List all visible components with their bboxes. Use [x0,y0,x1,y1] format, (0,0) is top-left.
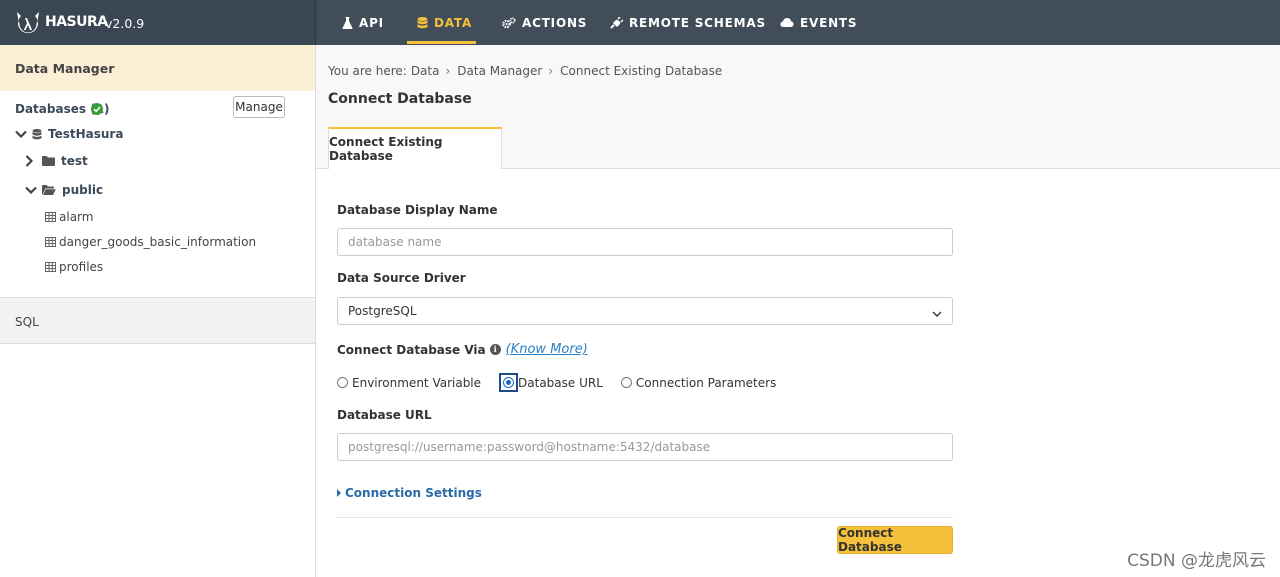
tree-database-testhasura[interactable]: TestHasura [15,127,123,141]
check-circle-icon [91,103,103,115]
breadcrumb-item-current: Connect Existing Database [560,64,723,78]
connect-via-label: Connect Database Via [337,342,486,357]
nav-api-label: API [359,15,384,30]
sidebar-header[interactable]: Data Manager [0,45,315,91]
database-url-input[interactable]: postgresql://username:password@hostname:… [337,433,953,461]
caret-right-icon [337,489,341,497]
sidebar-title: Data Manager [15,61,115,76]
table-icon [45,212,56,222]
radio-button[interactable] [337,377,348,388]
focus-ring [499,373,519,392]
driver-label: Data Source Driver [337,271,466,285]
chevron-right-icon: › [548,64,554,78]
schema-name-test: test [61,154,88,168]
cogs-icon [502,16,516,29]
nav-active-indicator [407,41,476,44]
chevron-down-icon [15,130,27,138]
tree-schema-public[interactable]: public [25,183,103,197]
nav-actions[interactable]: ACTIONS [502,0,587,45]
nav-data-label: DATA [434,15,473,30]
chevron-right-icon [25,155,37,167]
flask-icon [342,16,353,29]
database-icon [32,128,42,140]
radio-button-selected[interactable] [503,377,515,388]
cloud-icon [780,17,794,28]
nav-events-label: EVENTS [800,15,858,30]
version-label: v2.0.9 [105,16,145,31]
table-item-danger-goods[interactable]: danger_goods_basic_information [45,235,256,249]
tab-connect-existing-database[interactable]: Connect Existing Database [328,127,502,169]
table-item-alarm[interactable]: alarm [45,210,93,224]
option-label: Database URL [518,375,603,390]
chevron-right-icon: › [445,64,451,78]
folder-icon [42,156,55,166]
hasura-logo-icon[interactable] [14,9,42,36]
option-label: Environment Variable [352,375,482,390]
nav-api[interactable]: API [342,0,384,45]
table-name: danger_goods_basic_information [59,235,257,249]
watermark: CSDN @龙虎风云 [1127,551,1266,571]
plug-icon [610,16,623,29]
database-url-label: Database URL [337,408,432,422]
database-icon [417,16,428,29]
nav-actions-label: ACTIONS [522,15,588,30]
schema-name-public: public [62,183,104,197]
table-name: alarm [59,210,94,224]
connection-settings-label: Connection Settings [345,486,482,500]
display-name-label: Database Display Name [337,203,498,217]
chevron-down-icon [25,186,37,194]
chevron-down-icon [932,307,942,321]
nav-data[interactable]: DATA [417,0,472,45]
table-icon [45,237,56,247]
connection-settings-toggle[interactable]: Connection Settings [337,486,482,500]
breadcrumb: You are here: Data › Data Manager › Conn… [328,64,722,78]
option-label: Connection Parameters [635,375,777,390]
driver-value: PostgreSQL [348,304,417,318]
form-divider [337,517,953,518]
brand-name: HASURA [45,14,108,30]
option-database-url[interactable]: Database URL [499,373,603,392]
breadcrumb-item-data-manager[interactable]: Data Manager [457,64,542,78]
brand-area: HASURA v2.0.9 [0,0,316,45]
info-icon[interactable]: i [489,344,501,355]
nav-events[interactable]: EVENTS [780,0,857,45]
option-environment-variable[interactable]: Environment Variable [337,376,481,390]
manage-button[interactable]: Manage [233,96,285,118]
option-connection-parameters[interactable]: Connection Parameters [620,375,777,390]
sql-label: SQL [15,315,39,329]
tree-schema-test[interactable]: test [25,154,88,168]
folder-open-icon [42,185,56,195]
nav-remote-schemas[interactable]: REMOTE SCHEMAS [610,0,766,45]
radio-button[interactable] [620,377,632,388]
page-title: Connect Database [328,91,472,107]
connect-via-options: Environment Variable Database URL Connec… [337,373,794,392]
main-content: You are here: Data › Data Manager › Conn… [316,45,1280,577]
driver-select[interactable]: PostgreSQL [337,297,953,325]
connect-database-button[interactable]: Connect Database [837,526,953,554]
table-icon [45,262,56,272]
database-name: TestHasura [48,127,124,141]
display-name-input[interactable]: database name [337,228,953,256]
know-more-link[interactable]: (Know More) [506,342,588,357]
table-name: profiles [59,260,104,274]
breadcrumb-item-data[interactable]: Data [411,64,440,78]
sidebar-sql-link[interactable]: SQL [0,297,315,344]
sidebar: Data Manager Databases (1) Manage TestHa… [0,45,316,577]
nav-remote-schemas-label: REMOTE SCHEMAS [629,15,766,30]
breadcrumb-prefix: You are here: [328,64,407,78]
table-item-profiles[interactable]: profiles [45,260,103,274]
connect-via-row: Connect Database Via i (Know More) [337,342,588,357]
top-navbar: HASURA v2.0.9 API DATA ACTIONS REMOTE SC… [0,0,1280,45]
